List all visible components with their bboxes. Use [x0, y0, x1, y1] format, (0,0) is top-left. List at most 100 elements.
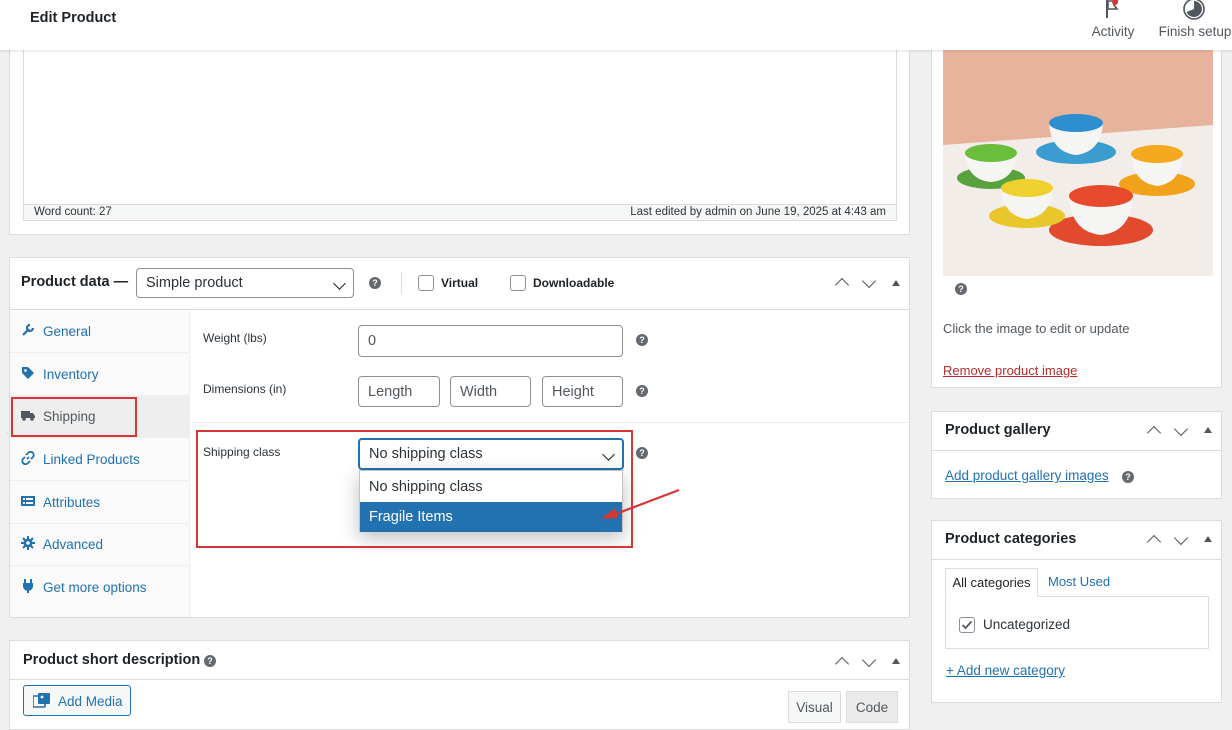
plugin-icon: [23, 579, 33, 593]
word-count: Word count: 27: [34, 206, 112, 218]
list-icon: [21, 496, 35, 506]
activity-button[interactable]: Activity: [1086, 0, 1140, 46]
add-gallery-images-link[interactable]: Add product gallery images: [945, 468, 1109, 483]
chevron-down-icon: [602, 448, 615, 461]
page-title: Edit Product: [30, 10, 117, 26]
shipping-class-select[interactable]: No shipping class: [358, 438, 624, 470]
move-down-icon[interactable]: [861, 652, 877, 668]
finish-setup-button[interactable]: Finish setup: [1158, 0, 1232, 46]
tab-most-used[interactable]: Most Used: [1048, 574, 1110, 589]
dropdown-option[interactable]: No shipping class: [360, 472, 622, 502]
wrench-icon: [22, 323, 35, 336]
chevron-down-icon: [333, 277, 346, 290]
category-label: Uncategorized: [983, 617, 1071, 632]
help-icon: ?: [204, 655, 216, 667]
category-list: Uncategorized: [945, 596, 1209, 649]
width-placeholder: Width: [460, 384, 498, 400]
tab-get-more-options[interactable]: Get more options: [10, 567, 190, 609]
finish-setup-label: Finish setup: [1158, 24, 1232, 39]
short-description-title: Product short description: [23, 652, 201, 668]
tab-shipping[interactable]: Shipping: [10, 396, 190, 438]
tab-linked-products[interactable]: Linked Products: [10, 439, 190, 481]
help-icon: ?: [955, 283, 967, 295]
virtual-checkbox[interactable]: [418, 275, 434, 291]
link-icon: [21, 451, 35, 465]
teacups-image: [943, 50, 1213, 276]
move-down-icon[interactable]: [1173, 530, 1189, 546]
category-checkbox[interactable]: [959, 617, 975, 633]
downloadable-label: Downloadable: [533, 276, 615, 290]
add-media-button[interactable]: Add Media: [23, 685, 131, 716]
tab-label: General: [43, 324, 92, 339]
tab-label: Attributes: [43, 495, 101, 510]
weight-value: 0: [368, 333, 377, 349]
add-media-label: Add Media: [58, 694, 123, 709]
tab-attributes[interactable]: Attributes: [10, 482, 190, 524]
move-up-icon[interactable]: [834, 656, 850, 672]
option-label: No shipping class: [369, 479, 483, 495]
divider: [932, 450, 1221, 451]
media-icon: [33, 693, 50, 708]
toggle-panel-icon[interactable]: [892, 658, 900, 664]
toggle-panel-icon[interactable]: [1204, 536, 1212, 542]
product-categories-panel: Product categories All categories Most U…: [931, 520, 1222, 703]
tab-all-categories[interactable]: All categories: [945, 568, 1038, 597]
tab-label: Shipping: [43, 409, 96, 424]
help-icon: ?: [369, 277, 381, 289]
move-down-icon[interactable]: [861, 273, 877, 289]
move-up-icon[interactable]: [834, 277, 850, 293]
downloadable-checkbox[interactable]: [510, 275, 526, 291]
shipping-class-value: No shipping class: [369, 446, 483, 462]
add-new-category-link[interactable]: + Add new category: [946, 663, 1065, 678]
tab-label: Get more options: [43, 580, 147, 595]
length-input[interactable]: Length: [358, 376, 440, 407]
tab-code[interactable]: Code: [846, 691, 898, 723]
dropdown-option-selected[interactable]: Fragile Items: [360, 502, 622, 532]
height-input[interactable]: Height: [542, 376, 623, 407]
toggle-panel-icon[interactable]: [1204, 427, 1212, 433]
tab-label: Advanced: [43, 537, 104, 552]
tab-advanced[interactable]: Advanced: [10, 524, 190, 566]
short-description-panel: Product short description ? Add Media Vi…: [9, 640, 910, 730]
dimensions-help-icon: ?: [636, 385, 648, 397]
last-edited: Last edited by admin on June 19, 2025 at…: [630, 206, 886, 218]
height-placeholder: Height: [552, 384, 594, 400]
weight-help-icon: ?: [636, 334, 648, 346]
dimensions-label: Dimensions (in): [203, 382, 287, 396]
tab-label: Inventory: [43, 367, 99, 382]
product-image-panel: ? Click the image to edit or update Remo…: [931, 30, 1222, 388]
tab-visual[interactable]: Visual: [788, 691, 841, 723]
product-data-tabs: General Inventory Shipping Linked Produc…: [10, 311, 190, 617]
toggle-panel-icon[interactable]: [892, 280, 900, 286]
product-gallery-title: Product gallery: [945, 422, 1051, 438]
editor-status-bar: Word count: 27 Last edited by admin on J…: [23, 204, 897, 221]
product-image[interactable]: [943, 50, 1213, 276]
move-up-icon[interactable]: [1146, 534, 1162, 550]
gear-icon: [21, 536, 35, 550]
remove-product-image-link[interactable]: Remove product image: [943, 363, 1077, 378]
product-data-title: Product data —: [21, 274, 129, 290]
activity-label: Activity: [1091, 24, 1135, 39]
tab-label: Linked Products: [43, 452, 140, 467]
length-placeholder: Length: [368, 384, 413, 400]
help-icon: ?: [1122, 471, 1134, 483]
content-editor-area[interactable]: [23, 50, 897, 205]
image-hint: Click the image to edit or update: [943, 321, 1130, 336]
shipping-class-label: Shipping class: [203, 445, 281, 459]
width-input[interactable]: Width: [450, 376, 531, 407]
top-bar: Edit Product Activity Finish setup: [0, 0, 1232, 50]
weight-input[interactable]: 0: [358, 325, 623, 357]
move-down-icon[interactable]: [1173, 421, 1189, 437]
move-up-icon[interactable]: [1146, 425, 1162, 441]
divider: [932, 559, 1221, 560]
virtual-label: Virtual: [441, 276, 479, 290]
tab-general[interactable]: General: [10, 311, 190, 353]
tab-inventory[interactable]: Inventory: [10, 354, 190, 396]
weight-label: Weight (lbs): [203, 331, 267, 345]
product-type-value: Simple product: [146, 275, 243, 291]
progress-circle-icon: [1183, 0, 1205, 20]
product-type-select[interactable]: Simple product: [136, 268, 354, 298]
tag-icon: [22, 367, 34, 379]
checkmark-icon: [961, 620, 973, 630]
divider: [401, 272, 402, 294]
